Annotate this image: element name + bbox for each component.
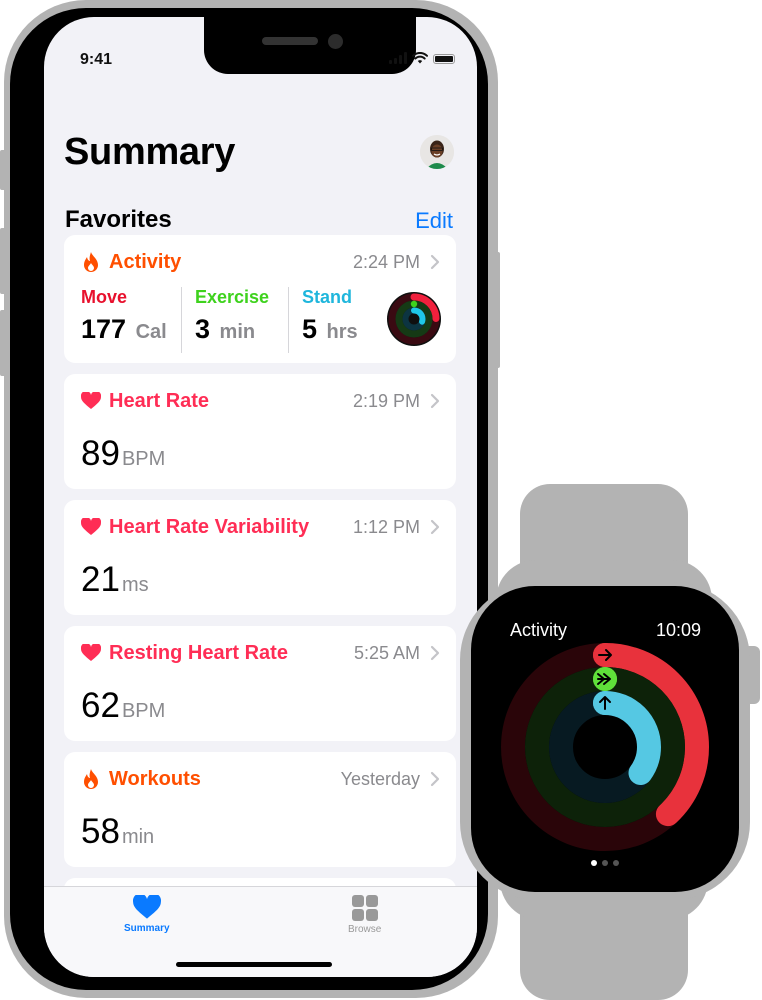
- resting-heart-rate-card[interactable]: Resting Heart Rate 5:25 AM 62 BPM: [64, 626, 456, 741]
- card-title: Workouts: [109, 767, 201, 790]
- card-header: Heart Rate 2:19 PM: [81, 386, 440, 416]
- wifi-icon: [412, 52, 428, 64]
- card-header: Activity 2:24 PM: [81, 247, 440, 277]
- exercise-metric: Exercise 3 min: [195, 287, 269, 345]
- status-time: 9:41: [80, 51, 113, 68]
- move-unit: Cal: [135, 321, 167, 343]
- card-title: Resting Heart Rate: [109, 641, 288, 664]
- front-camera: [328, 34, 343, 49]
- profile-avatar[interactable]: [420, 135, 454, 169]
- tab-browse[interactable]: Browse: [348, 895, 381, 935]
- favorites-heading: Favorites: [65, 206, 172, 233]
- exercise-label: Exercise: [195, 287, 270, 307]
- card-value-row: 62 BPM: [81, 686, 165, 726]
- home-indicator[interactable]: [176, 962, 332, 967]
- move-label: Move: [81, 287, 128, 307]
- card-value-row: 21 ms: [81, 560, 149, 600]
- page-dot: [591, 860, 597, 866]
- phone-screen: 9:41 Summary Favorites Edit Activity 2:2…: [44, 17, 477, 977]
- move-value-row: 177 Cal: [81, 314, 167, 345]
- volume-up-button: [0, 228, 6, 294]
- page-dot: [613, 860, 619, 866]
- side-button: [494, 252, 500, 368]
- card-time: Yesterday: [340, 768, 420, 789]
- stand-unit: hrs: [326, 321, 358, 343]
- card-value-row: 89 BPM: [81, 434, 165, 474]
- exercise-value-row: 3 min: [195, 314, 269, 345]
- card-value: 58: [81, 812, 120, 851]
- activity-rings-icon: [387, 292, 441, 346]
- tab-label: Browse: [348, 924, 382, 935]
- watch-app-title: Activity: [510, 620, 568, 640]
- card-header: Workouts Yesterday: [81, 764, 440, 794]
- chevron-right-icon: [430, 771, 440, 787]
- tab-label: Summary: [124, 923, 170, 934]
- card-title: Activity: [109, 250, 182, 273]
- card-time: 1:12 PM: [352, 516, 420, 537]
- workouts-card[interactable]: Workouts Yesterday 58 min: [64, 752, 456, 867]
- exercise-value: 3: [195, 314, 211, 344]
- grid-icon: [351, 895, 378, 921]
- divider: [288, 287, 289, 353]
- divider: [181, 287, 182, 353]
- flame-icon: [81, 769, 101, 789]
- card-value: 21: [81, 560, 120, 599]
- card-value-row: 58 min: [81, 812, 154, 852]
- stand-label: Stand: [302, 287, 353, 307]
- volume-down-button: [0, 310, 6, 376]
- card-unit: ms: [121, 574, 149, 596]
- card-unit: min: [121, 826, 155, 848]
- card-header: Heart Rate Variability 1:12 PM: [81, 512, 440, 542]
- activity-card[interactable]: Activity 2:24 PM Move 177 Cal Exercise 3…: [64, 235, 456, 363]
- card-value: 89: [81, 434, 120, 473]
- card-unit: BPM: [121, 700, 166, 722]
- tab-bar: Summary Browse: [44, 886, 477, 977]
- watch-time: 10:09: [655, 620, 701, 640]
- heart-icon: [132, 895, 161, 919]
- page-title: Summary: [64, 131, 236, 173]
- page-dot: [602, 860, 608, 866]
- mute-switch: [0, 150, 6, 190]
- card-unit: BPM: [121, 448, 166, 470]
- activity-rings[interactable]: [500, 642, 710, 852]
- card-time: 5:25 AM: [353, 642, 420, 663]
- heart-rate-card[interactable]: Heart Rate 2:19 PM 89 BPM: [64, 374, 456, 489]
- card-header: Resting Heart Rate 5:25 AM: [81, 638, 440, 668]
- hrv-card[interactable]: Heart Rate Variability 1:12 PM 21 ms: [64, 500, 456, 615]
- heart-icon: [81, 643, 101, 663]
- flame-icon: [81, 252, 101, 272]
- card-title: Heart Rate Variability: [109, 515, 310, 538]
- card-title: Heart Rate: [109, 389, 210, 412]
- move-metric: Move 177 Cal: [81, 287, 167, 345]
- status-icons: [389, 52, 455, 64]
- stand-value: 5: [302, 314, 318, 344]
- watch-screen: Activity 10:09: [471, 586, 739, 892]
- chevron-right-icon: [430, 645, 440, 661]
- speaker: [262, 37, 318, 45]
- tab-summary[interactable]: Summary: [124, 895, 170, 934]
- stand-metric: Stand 5 hrs: [302, 287, 358, 345]
- phone-body: 9:41 Summary Favorites Edit Activity 2:2…: [10, 8, 488, 990]
- edit-button[interactable]: Edit: [415, 208, 453, 234]
- card-value: 62: [81, 686, 120, 725]
- chevron-right-icon: [430, 254, 440, 270]
- stand-value-row: 5 hrs: [302, 314, 358, 345]
- card-time: 2:19 PM: [352, 390, 420, 411]
- signal-icon: [389, 52, 407, 64]
- notch: [204, 17, 416, 74]
- card-time: 2:24 PM: [352, 251, 420, 272]
- battery-icon: [433, 54, 455, 64]
- exercise-unit: min: [219, 321, 256, 343]
- page-indicator: [471, 860, 739, 866]
- chevron-right-icon: [430, 393, 440, 409]
- move-value: 177: [81, 314, 127, 344]
- chevron-right-icon: [430, 519, 440, 535]
- heart-icon: [81, 517, 101, 537]
- heart-icon: [81, 391, 101, 411]
